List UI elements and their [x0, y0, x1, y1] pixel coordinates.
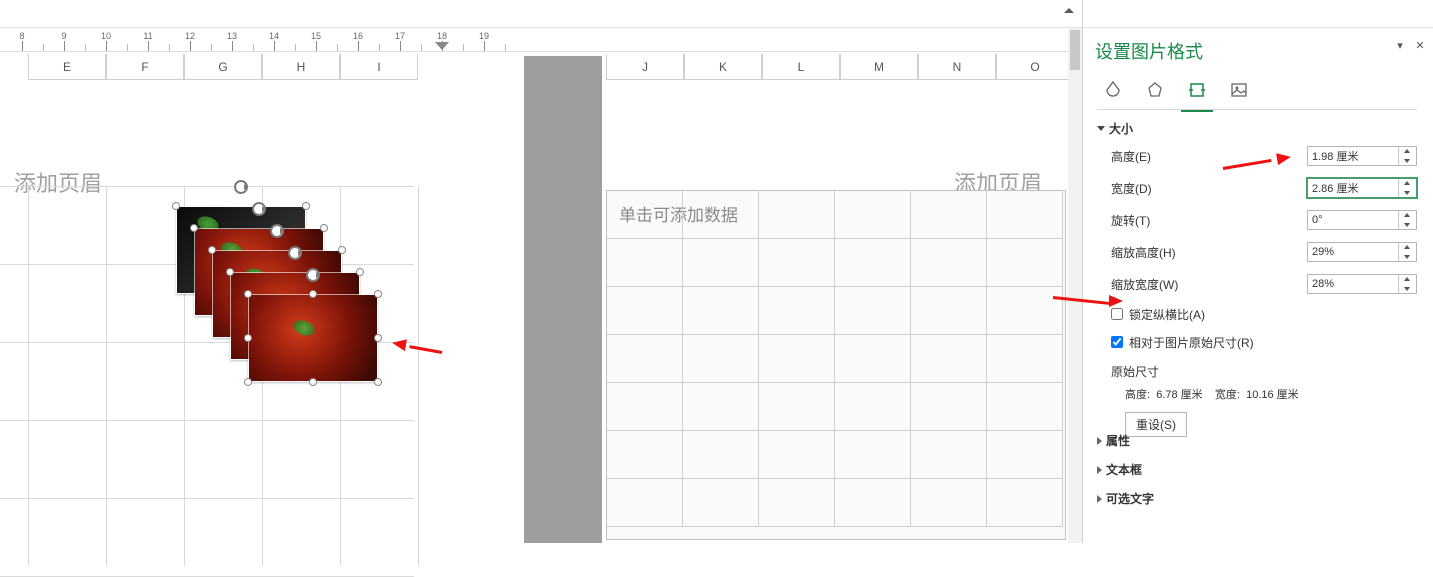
fill-line-tab-icon[interactable]	[1101, 78, 1125, 102]
alttext-section-header[interactable]: 可选文字	[1097, 490, 1417, 507]
width-spinner[interactable]	[1307, 178, 1417, 198]
column-header[interactable]: I	[340, 54, 418, 80]
resize-handle[interactable]	[244, 334, 252, 342]
rotate-handle-icon[interactable]	[270, 224, 284, 238]
height-input[interactable]	[1308, 147, 1396, 165]
column-header[interactable]: E	[28, 54, 106, 80]
scale-height-spinner[interactable]	[1307, 242, 1417, 262]
rotation-spin-buttons[interactable]	[1398, 211, 1416, 229]
resize-handle[interactable]	[244, 290, 252, 298]
rotate-handle-icon[interactable]	[306, 268, 320, 282]
resize-handle[interactable]	[309, 290, 317, 298]
relative-original-checkbox[interactable]	[1111, 336, 1123, 348]
resize-handle[interactable]	[374, 378, 382, 386]
lock-aspect-label: 锁定纵横比(A)	[1129, 306, 1205, 323]
column-header[interactable]: L	[762, 54, 840, 80]
column-header[interactable]: N	[918, 54, 996, 80]
scale-h-spin-buttons[interactable]	[1398, 243, 1416, 261]
pane-close-icon[interactable]: ✕	[1413, 38, 1427, 52]
pane-title: 设置图片格式	[1095, 38, 1203, 64]
sidebar-top-strip	[1083, 0, 1433, 28]
resize-handle[interactable]	[244, 378, 252, 386]
scale-w-spin-buttons[interactable]	[1398, 275, 1416, 293]
pane-options-dropdown-icon[interactable]: ▾	[1393, 38, 1407, 52]
rotation-label: 旋转(T)	[1097, 212, 1217, 229]
size-properties-tab-icon[interactable]	[1185, 78, 1209, 102]
scale-height-label: 缩放高度(H)	[1097, 244, 1217, 261]
resize-handle[interactable]	[356, 268, 364, 276]
page-gap	[524, 56, 602, 543]
column-header[interactable]: J	[606, 54, 684, 80]
resize-handle[interactable]	[338, 246, 346, 254]
height-spinner[interactable]	[1307, 146, 1417, 166]
scale-width-input[interactable]	[1308, 275, 1396, 293]
page-header-area-right[interactable]: 添加页眉	[602, 126, 1082, 186]
data-table-placeholder[interactable]: 单击可添加数据	[606, 190, 1066, 540]
column-header[interactable]: G	[184, 54, 262, 80]
worksheet-page-left[interactable]: 添加页眉	[0, 86, 524, 543]
rotate-handle-icon[interactable]	[234, 180, 248, 194]
rotation-input[interactable]	[1308, 211, 1396, 229]
relative-original-label: 相对于图片原始尺寸(R)	[1129, 334, 1254, 351]
width-input[interactable]	[1308, 179, 1396, 197]
resize-handle[interactable]	[226, 268, 234, 276]
column-header[interactable]: H	[262, 54, 340, 80]
collapse-ribbon-chevron-icon[interactable]	[1062, 6, 1076, 16]
horizontal-ruler: 8910111213141516171819	[0, 28, 1082, 52]
original-size-header: 原始尺寸	[1097, 363, 1417, 380]
scale-height-input[interactable]	[1308, 243, 1396, 261]
resize-handle[interactable]	[309, 378, 317, 386]
vertical-scrollbar[interactable]	[1068, 28, 1082, 543]
size-section-header[interactable]: 大小	[1097, 120, 1417, 137]
properties-section-header[interactable]: 属性	[1097, 432, 1417, 449]
scale-width-spinner[interactable]	[1307, 274, 1417, 294]
column-header[interactable]: K	[684, 54, 762, 80]
picture-tab-icon[interactable]	[1227, 78, 1251, 102]
resize-handle[interactable]	[320, 224, 328, 232]
column-header[interactable]: O	[996, 54, 1074, 80]
format-picture-pane: 设置图片格式 ▾ ✕ 大小 高度(E) 宽度(D) 旋转(T) 缩放高度(H) …	[1082, 0, 1433, 543]
textbox-section-header[interactable]: 文本框	[1097, 461, 1417, 478]
lock-aspect-checkbox[interactable]	[1111, 308, 1123, 320]
top-toolbar-strip	[0, 0, 1082, 28]
resize-handle[interactable]	[172, 202, 180, 210]
height-label: 高度(E)	[1097, 148, 1217, 165]
worksheet-page-right[interactable]: 添加页眉 单击可添加数据	[602, 86, 1082, 543]
scale-width-label: 缩放宽度(W)	[1097, 276, 1217, 293]
height-spin-buttons[interactable]	[1398, 147, 1416, 165]
pane-tab-bar	[1097, 70, 1417, 110]
resize-handle[interactable]	[208, 246, 216, 254]
resize-handle[interactable]	[302, 202, 310, 210]
rotate-handle-icon[interactable]	[252, 202, 266, 216]
scrollbar-thumb[interactable]	[1070, 30, 1080, 70]
width-label: 宽度(D)	[1097, 180, 1217, 197]
original-size-values: 高度: 6.78 厘米 宽度: 10.16 厘米	[1097, 386, 1417, 402]
resize-handle[interactable]	[190, 224, 198, 232]
ruler-cursor-marker	[435, 28, 449, 52]
rotate-handle-icon[interactable]	[288, 246, 302, 260]
width-spin-buttons[interactable]	[1398, 179, 1416, 197]
page-header-area-left[interactable]: 添加页眉	[0, 126, 524, 186]
column-header[interactable]: M	[840, 54, 918, 80]
resize-handle[interactable]	[374, 290, 382, 298]
resize-handle[interactable]	[374, 334, 382, 342]
effects-tab-icon[interactable]	[1143, 78, 1167, 102]
rotation-spinner[interactable]	[1307, 210, 1417, 230]
column-header[interactable]: F	[106, 54, 184, 80]
